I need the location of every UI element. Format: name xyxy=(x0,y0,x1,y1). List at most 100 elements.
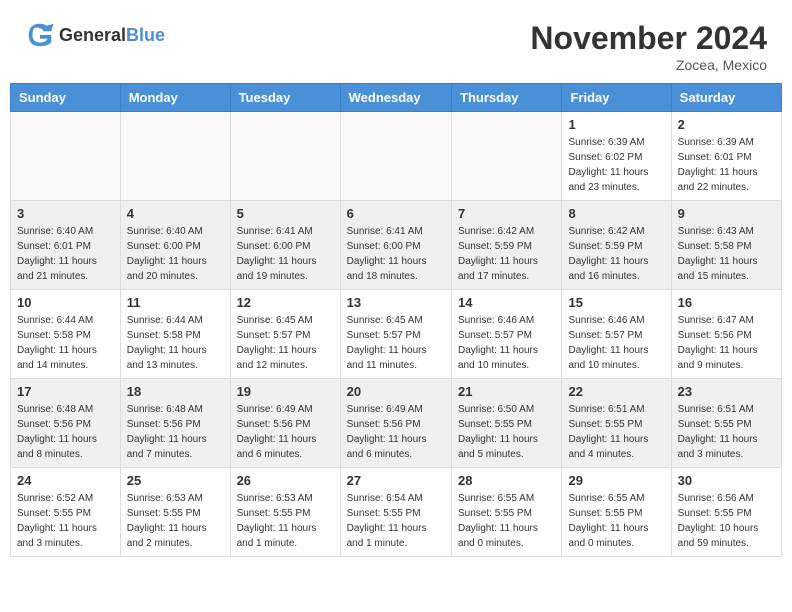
calendar-cell: 5 Sunrise: 6:41 AM Sunset: 6:00 PM Daylig… xyxy=(230,201,340,290)
calendar-cell: 23 Sunrise: 6:51 AM Sunset: 5:55 PM Dayli… xyxy=(671,379,781,468)
calendar-header-wednesday: Wednesday xyxy=(340,84,451,112)
day-number: 18 xyxy=(127,384,224,399)
day-number: 20 xyxy=(347,384,445,399)
day-number: 30 xyxy=(678,473,775,488)
logo: GeneralBlue xyxy=(25,20,165,50)
day-info: Sunrise: 6:55 AM Sunset: 5:55 PM Dayligh… xyxy=(568,491,664,551)
day-number: 15 xyxy=(568,295,664,310)
day-info: Sunrise: 6:40 AM Sunset: 6:00 PM Dayligh… xyxy=(127,224,224,284)
day-info: Sunrise: 6:50 AM Sunset: 5:55 PM Dayligh… xyxy=(458,402,555,462)
day-info: Sunrise: 6:51 AM Sunset: 5:55 PM Dayligh… xyxy=(568,402,664,462)
day-number: 29 xyxy=(568,473,664,488)
logo-icon xyxy=(25,20,55,50)
calendar-cell: 9Sunrise: 6:43 AM Sunset: 5:58 PM Daylig… xyxy=(671,201,781,290)
day-number: 7 xyxy=(458,206,555,221)
day-info: Sunrise: 6:48 AM Sunset: 5:56 PM Dayligh… xyxy=(17,402,114,462)
day-info: Sunrise: 6:40 AM Sunset: 6:01 PM Dayligh… xyxy=(17,224,114,284)
calendar-cell: 18 Sunrise: 6:48 AM Sunset: 5:56 PM Dayli… xyxy=(120,379,230,468)
day-number: 21 xyxy=(458,384,555,399)
day-info: Sunrise: 6:51 AM Sunset: 5:55 PM Dayligh… xyxy=(678,402,775,462)
calendar-cell: 29 Sunrise: 6:55 AM Sunset: 5:55 PM Dayli… xyxy=(562,468,671,557)
day-number: 5 xyxy=(237,206,334,221)
day-number: 28 xyxy=(458,473,555,488)
day-info: Sunrise: 6:46 AM Sunset: 5:57 PM Dayligh… xyxy=(458,313,555,373)
day-info: Sunrise: 6:42 AM Sunset: 5:59 PM Dayligh… xyxy=(568,224,664,284)
calendar-week-row: 1 Sunrise: 6:39 AM Sunset: 6:02 PM Daylig… xyxy=(11,112,782,201)
day-info: Sunrise: 6:56 AM Sunset: 5:55 PM Dayligh… xyxy=(678,491,775,551)
calendar-cell: 21 Sunrise: 6:50 AM Sunset: 5:55 PM Dayli… xyxy=(452,379,562,468)
calendar-cell: 14 Sunrise: 6:46 AM Sunset: 5:57 PM Dayli… xyxy=(452,290,562,379)
day-info: Sunrise: 6:48 AM Sunset: 5:56 PM Dayligh… xyxy=(127,402,224,462)
day-number: 6 xyxy=(347,206,445,221)
calendar-cell: 26 Sunrise: 6:53 AM Sunset: 5:55 PM Dayli… xyxy=(230,468,340,557)
day-number: 3 xyxy=(17,206,114,221)
day-number: 17 xyxy=(17,384,114,399)
logo-general: General xyxy=(59,25,126,45)
calendar-cell: 27Sunrise: 6:54 AM Sunset: 5:55 PM Dayli… xyxy=(340,468,451,557)
calendar-cell: 13 Sunrise: 6:45 AM Sunset: 5:57 PM Dayli… xyxy=(340,290,451,379)
day-info: Sunrise: 6:53 AM Sunset: 5:55 PM Dayligh… xyxy=(237,491,334,551)
day-number: 26 xyxy=(237,473,334,488)
calendar-header-saturday: Saturday xyxy=(671,84,781,112)
day-number: 1 xyxy=(568,117,664,132)
calendar-cell: 16Sunrise: 6:47 AM Sunset: 5:56 PM Dayli… xyxy=(671,290,781,379)
day-number: 14 xyxy=(458,295,555,310)
calendar-week-row: 24 Sunrise: 6:52 AM Sunset: 5:55 PM Dayli… xyxy=(11,468,782,557)
day-info: Sunrise: 6:49 AM Sunset: 5:56 PM Dayligh… xyxy=(347,402,445,462)
calendar-cell: 1 Sunrise: 6:39 AM Sunset: 6:02 PM Daylig… xyxy=(562,112,671,201)
calendar-header-row: SundayMondayTuesdayWednesdayThursdayFrid… xyxy=(11,84,782,112)
calendar-cell: 10Sunrise: 6:44 AM Sunset: 5:58 PM Dayli… xyxy=(11,290,121,379)
day-number: 24 xyxy=(17,473,114,488)
day-info: Sunrise: 6:47 AM Sunset: 5:56 PM Dayligh… xyxy=(678,313,775,373)
day-info: Sunrise: 6:55 AM Sunset: 5:55 PM Dayligh… xyxy=(458,491,555,551)
calendar-cell: 3 Sunrise: 6:40 AM Sunset: 6:01 PM Daylig… xyxy=(11,201,121,290)
day-info: Sunrise: 6:44 AM Sunset: 5:58 PM Dayligh… xyxy=(127,313,224,373)
calendar-cell xyxy=(11,112,121,201)
month-title: November 2024 xyxy=(530,20,767,57)
title-area: November 2024 Zocea, Mexico xyxy=(530,20,767,73)
day-number: 23 xyxy=(678,384,775,399)
calendar-cell: 22 Sunrise: 6:51 AM Sunset: 5:55 PM Dayli… xyxy=(562,379,671,468)
day-info: Sunrise: 6:49 AM Sunset: 5:56 PM Dayligh… xyxy=(237,402,334,462)
calendar-cell: 4 Sunrise: 6:40 AM Sunset: 6:00 PM Daylig… xyxy=(120,201,230,290)
day-number: 2 xyxy=(678,117,775,132)
day-info: Sunrise: 6:41 AM Sunset: 6:00 PM Dayligh… xyxy=(237,224,334,284)
calendar-cell: 28 Sunrise: 6:55 AM Sunset: 5:55 PM Dayli… xyxy=(452,468,562,557)
day-info: Sunrise: 6:45 AM Sunset: 5:57 PM Dayligh… xyxy=(347,313,445,373)
day-number: 4 xyxy=(127,206,224,221)
day-number: 22 xyxy=(568,384,664,399)
calendar-cell: 8Sunrise: 6:42 AM Sunset: 5:59 PM Daylig… xyxy=(562,201,671,290)
page-header: GeneralBlue November 2024 Zocea, Mexico xyxy=(10,10,782,78)
calendar-cell xyxy=(452,112,562,201)
day-info: Sunrise: 6:44 AM Sunset: 5:58 PM Dayligh… xyxy=(17,313,114,373)
day-info: Sunrise: 6:42 AM Sunset: 5:59 PM Dayligh… xyxy=(458,224,555,284)
calendar-cell: 25Sunrise: 6:53 AM Sunset: 5:55 PM Dayli… xyxy=(120,468,230,557)
day-info: Sunrise: 6:39 AM Sunset: 6:01 PM Dayligh… xyxy=(678,135,775,195)
day-number: 13 xyxy=(347,295,445,310)
day-info: Sunrise: 6:39 AM Sunset: 6:02 PM Dayligh… xyxy=(568,135,664,195)
calendar-cell: 7 Sunrise: 6:42 AM Sunset: 5:59 PM Daylig… xyxy=(452,201,562,290)
calendar-cell xyxy=(230,112,340,201)
calendar-cell: 17 Sunrise: 6:48 AM Sunset: 5:56 PM Dayli… xyxy=(11,379,121,468)
calendar-header-friday: Friday xyxy=(562,84,671,112)
day-info: Sunrise: 6:52 AM Sunset: 5:55 PM Dayligh… xyxy=(17,491,114,551)
calendar-cell xyxy=(120,112,230,201)
calendar-week-row: 3 Sunrise: 6:40 AM Sunset: 6:01 PM Daylig… xyxy=(11,201,782,290)
calendar-cell: 15 Sunrise: 6:46 AM Sunset: 5:57 PM Dayli… xyxy=(562,290,671,379)
location: Zocea, Mexico xyxy=(530,57,767,73)
logo-blue: Blue xyxy=(126,25,165,45)
day-info: Sunrise: 6:45 AM Sunset: 5:57 PM Dayligh… xyxy=(237,313,334,373)
calendar-cell: 11Sunrise: 6:44 AM Sunset: 5:58 PM Dayli… xyxy=(120,290,230,379)
day-info: Sunrise: 6:46 AM Sunset: 5:57 PM Dayligh… xyxy=(568,313,664,373)
logo-text: GeneralBlue xyxy=(59,25,165,46)
calendar-header-monday: Monday xyxy=(120,84,230,112)
calendar-cell: 20 Sunrise: 6:49 AM Sunset: 5:56 PM Dayli… xyxy=(340,379,451,468)
calendar-header-tuesday: Tuesday xyxy=(230,84,340,112)
day-info: Sunrise: 6:53 AM Sunset: 5:55 PM Dayligh… xyxy=(127,491,224,551)
calendar-cell: 6Sunrise: 6:41 AM Sunset: 6:00 PM Daylig… xyxy=(340,201,451,290)
calendar-cell: 2 Sunrise: 6:39 AM Sunset: 6:01 PM Daylig… xyxy=(671,112,781,201)
day-number: 9 xyxy=(678,206,775,221)
calendar-header-thursday: Thursday xyxy=(452,84,562,112)
calendar-week-row: 17 Sunrise: 6:48 AM Sunset: 5:56 PM Dayli… xyxy=(11,379,782,468)
calendar-table: SundayMondayTuesdayWednesdayThursdayFrid… xyxy=(10,83,782,557)
